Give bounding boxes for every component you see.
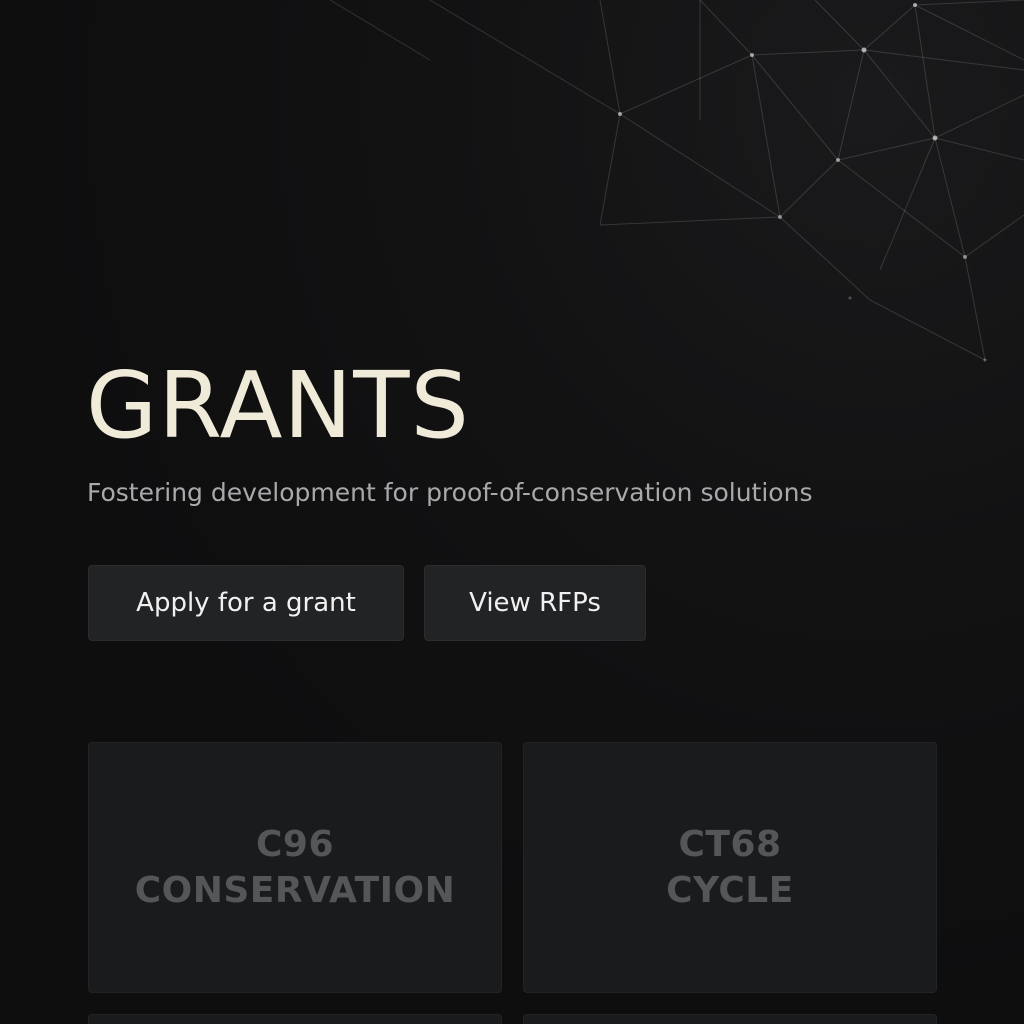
apply-for-grant-button[interactable]: Apply for a grant bbox=[88, 565, 404, 641]
grant-card-cycle[interactable]: CT68 CYCLE bbox=[523, 742, 937, 993]
grant-card-name: CYCLE bbox=[666, 869, 794, 911]
grant-card-partial-left[interactable] bbox=[88, 1014, 502, 1024]
grant-card-code: C96 bbox=[255, 823, 335, 865]
page-title: GRANTS bbox=[86, 352, 470, 459]
grant-card-conservation[interactable]: C96 CONSERVATION bbox=[88, 742, 502, 993]
grant-card-code: CT68 bbox=[678, 823, 782, 865]
view-rfps-button[interactable]: View RFPs bbox=[424, 565, 646, 641]
grant-card-name: CONSERVATION bbox=[134, 869, 456, 911]
page-subtitle: Fostering development for proof-of-conse… bbox=[87, 478, 813, 507]
grant-card-partial-right[interactable] bbox=[523, 1014, 937, 1024]
grants-page: GRANTS Fostering development for proof-o… bbox=[0, 0, 1024, 1024]
